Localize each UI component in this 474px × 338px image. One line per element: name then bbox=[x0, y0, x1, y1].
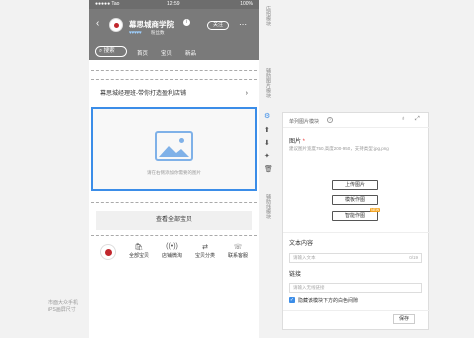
back-icon[interactable]: ‹ bbox=[96, 18, 99, 29]
tab-products[interactable]: 宝贝 bbox=[161, 49, 172, 57]
bulb-icon[interactable]: ♁ bbox=[401, 116, 406, 122]
verified-icon: i bbox=[183, 19, 190, 26]
broadcast-icon: ((•)) bbox=[166, 243, 178, 250]
share-icon: ⇄ bbox=[202, 244, 208, 251]
search-button[interactable]: ⌕ 搜索 bbox=[95, 46, 127, 57]
save-label: 保存 bbox=[398, 316, 409, 322]
template-design-button[interactable]: 模板作图 bbox=[332, 195, 378, 205]
banner-text: 幕思城经理班-带你打造盈利店铺 bbox=[100, 91, 186, 97]
rating-hearts: ♥♥♥♥♥ bbox=[129, 30, 142, 36]
status-bar: ●●●●● Tao 12:59 100% bbox=[89, 0, 259, 9]
bottom-item-label: 全部宝贝 bbox=[128, 253, 149, 259]
device-caption: 市面大众手机 iPS画屏尺寸 bbox=[48, 300, 79, 313]
module-divider bbox=[91, 79, 257, 80]
tab-store-module[interactable]: 店招模块 bbox=[262, 6, 272, 46]
link-input[interactable]: 请输入无线链接 bbox=[289, 283, 422, 293]
image-module-selected[interactable]: 请在右侧添加你需要的图片 bbox=[91, 107, 257, 191]
chevron-right-icon: › bbox=[245, 90, 248, 97]
new-badge: NEW bbox=[370, 208, 381, 212]
bag-icon: 🛍 bbox=[134, 244, 144, 251]
tab-aux-image-module[interactable]: 辅助图片模块 bbox=[262, 68, 272, 108]
bottom-bar: 🛍 全部宝贝 ((•)) 店铺微淘 ⇄ 宝贝分类 ☏ 联系客服 bbox=[89, 240, 259, 264]
text-content-placeholder: 请输入文本 bbox=[293, 255, 316, 260]
upload-image-button[interactable]: 上传图片 bbox=[332, 180, 378, 190]
bottom-item[interactable]: ⇄ 宝贝分类 bbox=[190, 243, 220, 259]
text-content-input[interactable]: 请输入文本 0/19 bbox=[289, 253, 422, 263]
tab-new[interactable]: 新品 bbox=[185, 49, 196, 57]
tab-aux-line-module[interactable]: 辅助线模块 bbox=[262, 194, 272, 230]
carrier-label: ●●●●● Tao bbox=[95, 1, 120, 7]
smart-design-label: 智能作图 bbox=[344, 213, 365, 219]
view-all-button[interactable]: 查看全部宝贝 bbox=[96, 211, 252, 230]
module-divider bbox=[91, 70, 257, 71]
arrow-down-icon[interactable]: ⬇ bbox=[264, 139, 270, 147]
bottom-item-label: 宝贝分类 bbox=[194, 253, 215, 259]
info-icon[interactable]: ? bbox=[327, 117, 333, 123]
contact-icon: ☏ bbox=[233, 244, 243, 251]
bottom-item-label: 联系客服 bbox=[227, 253, 248, 259]
search-label: 搜索 bbox=[103, 48, 115, 54]
view-all-label: 查看全部宝贝 bbox=[155, 217, 192, 223]
shop-logo-small bbox=[100, 244, 116, 260]
panel-title: 单列图片模块 bbox=[289, 119, 320, 125]
arrow-up-icon[interactable]: ⬆ bbox=[264, 126, 270, 134]
hide-gap-label: 隐藏该模块下方的白色间隙 bbox=[298, 298, 359, 304]
tab-home[interactable]: 首页 bbox=[137, 49, 148, 57]
char-counter: 0/19 bbox=[409, 255, 418, 260]
shop-nav: ⌕ 搜索 首页 宝贝 新品 bbox=[89, 44, 259, 60]
module-divider bbox=[91, 202, 257, 203]
battery-label: 100% bbox=[240, 1, 253, 7]
follow-label: 关注 bbox=[212, 22, 223, 28]
smart-design-button[interactable]: 智能作图 bbox=[332, 211, 378, 221]
template-design-label: 模板作图 bbox=[344, 197, 365, 203]
image-hint: 请在右侧添加你需要的图片 bbox=[147, 170, 201, 175]
search-icon: ⌕ bbox=[99, 48, 103, 54]
more-icon[interactable]: ⋯ bbox=[239, 20, 247, 29]
image-label: 图片 * bbox=[289, 139, 306, 145]
status-time: 12:59 bbox=[167, 1, 180, 7]
bottom-item[interactable]: ☏ 联系客服 bbox=[223, 243, 253, 259]
follow-button[interactable]: 关注 bbox=[207, 21, 229, 30]
link-label: 链接 bbox=[289, 272, 302, 278]
expand-icon[interactable]: ⤢ bbox=[415, 116, 420, 123]
link-placeholder: 请输入无线链接 bbox=[293, 285, 325, 290]
upload-image-label: 上传图片 bbox=[344, 182, 365, 188]
bottom-item-label: 店铺微淘 bbox=[161, 253, 182, 259]
phone-preview: ●●●●● Tao 12:59 100% ‹ 幕思城商学院 i ♥♥♥♥♥ 粉丝… bbox=[89, 0, 259, 338]
bottom-item[interactable]: ((•)) 店铺微淘 bbox=[157, 243, 187, 259]
text-content-label: 文本内容 bbox=[289, 241, 314, 247]
gear-icon[interactable]: ⚙ bbox=[264, 112, 270, 120]
banner-module[interactable]: 幕思城经理班-带你打造盈利店铺 › bbox=[96, 86, 252, 102]
settings-panel: 单列图片模块 ? ♁ ⤢ 图片 * 建议图片宽度750,高度200-950，支持… bbox=[282, 112, 430, 330]
module-divider bbox=[91, 235, 257, 236]
fans-label: 粉丝数 bbox=[151, 30, 165, 35]
bottom-item[interactable]: 🛍 全部宝贝 bbox=[124, 243, 154, 259]
shop-header: ‹ 幕思城商学院 i ♥♥♥♥♥ 粉丝数 关注 ⋯ ⌕ 搜索 首页 宝贝 新品 bbox=[89, 9, 259, 60]
pin-icon[interactable]: ✦ bbox=[264, 152, 270, 160]
hide-gap-checkbox[interactable]: ✓ bbox=[289, 297, 295, 303]
shop-logo bbox=[109, 18, 123, 32]
image-hint-text: 建议图片宽度750,高度200-950，支持类型:jpg,png bbox=[289, 146, 389, 151]
save-button[interactable]: 保存 bbox=[393, 314, 415, 324]
image-placeholder-icon bbox=[155, 131, 193, 161]
shop-name: 幕思城商学院 bbox=[129, 20, 174, 29]
trash-icon[interactable]: 🗑 bbox=[264, 165, 273, 173]
